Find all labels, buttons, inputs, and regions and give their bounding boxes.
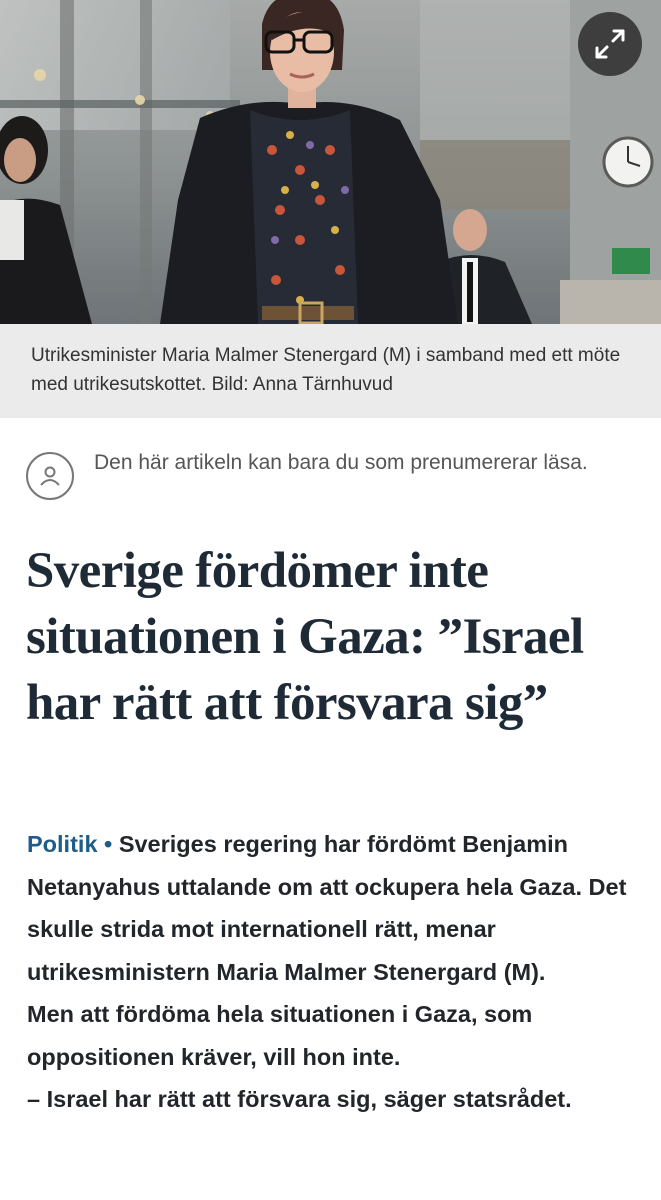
lead-paragraph-3: – Israel har rätt att försvara sig, säge… [27, 1086, 572, 1112]
article-lead: Politik • Sveriges regering har fördömt … [27, 823, 647, 1121]
image-caption-box: Utrikesminister Maria Malmer Stenergard … [0, 324, 661, 418]
section-separator: • [104, 831, 113, 857]
subscriber-notice-text: Den här artikeln kan bara du som prenume… [94, 451, 588, 474]
image-caption: Utrikesminister Maria Malmer Stenergard … [31, 345, 621, 395]
lead-intro: Sveriges regering har fördömt Benjamin N… [27, 831, 627, 985]
article-headline: Sverige fördömer inte situationen i Gaza… [26, 543, 584, 731]
subscriber-notice: Den här artikeln kan bara du som prenume… [24, 448, 644, 518]
expand-image-button[interactable] [578, 12, 642, 76]
lead-paragraph-2: Men att fördöma hela situationen i Gaza,… [27, 1001, 533, 1070]
hero-illustration [0, 0, 661, 324]
hero-photo[interactable] [0, 0, 661, 324]
section-link-politik[interactable]: Politik [27, 831, 98, 857]
expand-arrows-icon [595, 29, 625, 59]
user-icon [26, 452, 74, 500]
